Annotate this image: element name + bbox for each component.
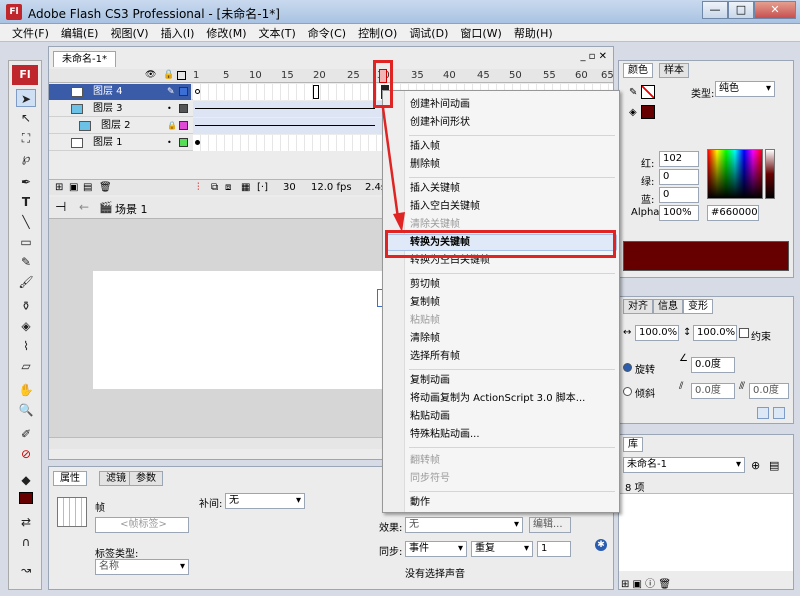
annotation-arrow xyxy=(381,107,405,232)
